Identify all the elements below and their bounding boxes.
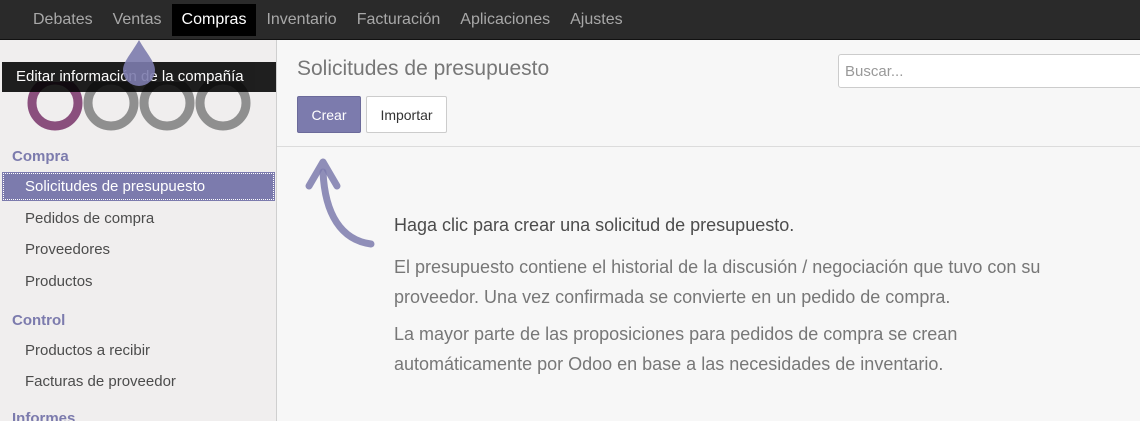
menu-aplicaciones[interactable]: Aplicaciones [450,4,560,36]
nav-facturas-proveedor[interactable]: Facturas de proveedor [2,367,275,396]
top-navbar: Debates Ventas Compras Inventario Factur… [0,0,1140,40]
tooltip-marker-icon [123,40,155,86]
menu-ajustes[interactable]: Ajustes [560,4,632,36]
page-title: Solicitudes de presupuesto [297,57,550,80]
nav-solicitudes-presupuesto[interactable]: Solicitudes de presupuesto [2,172,275,201]
section-informes: Informes [12,410,76,421]
create-button[interactable]: Crear [297,96,361,133]
menu-facturacion[interactable]: Facturación [347,4,451,36]
menu-inventario[interactable]: Inventario [256,4,346,36]
menu-compras[interactable]: Compras [171,4,257,36]
main-content: Solicitudes de presupuesto Crear Importa… [277,40,1140,421]
help-paragraph-2: La mayor parte de las proposiciones para… [394,324,958,374]
nav-productos[interactable]: Productos [2,267,275,296]
arrow-up-icon [305,158,375,248]
help-message: Haga clic para crear una solicitud de pr… [394,210,1054,386]
app-menu: Debates Ventas Compras Inventario Factur… [23,4,633,36]
section-compra: Compra [12,148,69,165]
menu-debates[interactable]: Debates [23,4,103,36]
nav-productos-recibir[interactable]: Productos a recibir [2,336,275,365]
menu-ventas[interactable]: Ventas [103,4,172,36]
help-lead: Haga clic para crear una solicitud de pr… [394,215,795,235]
nav-proveedores[interactable]: Proveedores [2,235,275,264]
import-button[interactable]: Importar [366,96,447,133]
sidebar: Editar información de la compañía Compra… [0,40,277,421]
control-panel: Solicitudes de presupuesto Crear Importa… [277,40,1140,147]
search-input[interactable] [838,54,1140,88]
help-paragraph-1: El presupuesto contiene el historial de … [394,257,1041,307]
nav-pedidos-compra[interactable]: Pedidos de compra [2,204,275,233]
section-control: Control [12,312,66,329]
